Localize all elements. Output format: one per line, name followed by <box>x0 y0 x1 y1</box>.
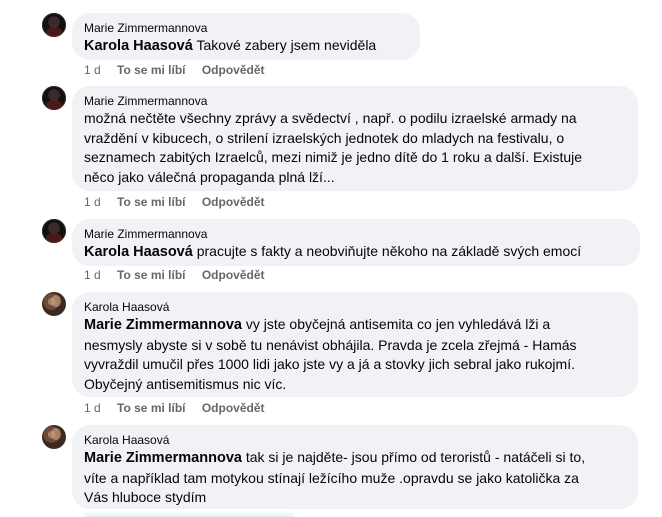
comment-bubble: Marie Zimmermannova možná nečtěte všechn… <box>72 86 638 191</box>
comment-text: Marie Zimmermannova vy jste obyčejná ant… <box>84 315 626 394</box>
comment-author[interactable]: Marie Zimmermannova <box>84 93 626 109</box>
comment-bubble: Karola Haasová Marie Zimmermannova tak s… <box>72 425 638 509</box>
comment-body: tak si je najděte- jsou přímo od teroris… <box>245 449 586 465</box>
cut-off-actions <box>84 511 294 517</box>
mention-link[interactable]: Karola Haasová <box>84 244 193 260</box>
comment-text: možná nečtěte všechny zprávy a svědectví… <box>84 109 626 187</box>
comment-text: Karola Haasová pracujte s fakty a neobvi… <box>84 242 628 263</box>
comment-actions: 1 d To se mi líbí Odpovědět <box>84 401 278 415</box>
marie-avatar[interactable] <box>42 13 66 37</box>
comment-item: Karola Haasová Marie Zimmermannova tak s… <box>42 425 662 517</box>
karola-avatar[interactable] <box>42 292 66 316</box>
comment-line: vyvraždil umučil přes 1000 lidi jako jst… <box>84 356 575 372</box>
comment-author[interactable]: Marie Zimmermannova <box>84 20 408 36</box>
comment-line: nesmysly abyste si v sobě tu nenávist ob… <box>84 336 577 353</box>
like-button[interactable]: To se mi líbí <box>117 195 185 209</box>
comment-body: pracujte s fakty a neobviňujte někoho na… <box>196 243 582 259</box>
comment-line: víte a například tam motykou stínají lež… <box>84 469 579 486</box>
comment-actions: 1 d To se mi líbí Odpovědět <box>84 268 278 282</box>
comment-text: Marie Zimmermannova tak si je najděte- j… <box>84 448 626 508</box>
like-button[interactable]: To se mi líbí <box>117 268 185 282</box>
reply-button[interactable]: Odpovědět <box>202 63 265 77</box>
comment-bubble: Marie Zimmermannova Karola Haasová Takov… <box>72 13 420 60</box>
comment-bubble: Marie Zimmermannova Karola Haasová pracu… <box>72 219 640 266</box>
reply-button[interactable]: Odpovědět <box>202 401 265 415</box>
comment-thread: Marie Zimmermannova Karola Haasová Takov… <box>0 0 662 517</box>
mention-link[interactable]: Marie Zimmermannova <box>84 450 242 466</box>
comment-body: vy jste obyčejná antisemita co jen vyhle… <box>245 316 551 332</box>
comment-line: vraždění v kibucech, o strilení izraelsk… <box>84 129 565 146</box>
comment-actions: 1 d To se mi líbí Odpovědět <box>84 195 278 209</box>
comment-author[interactable]: Karola Haasová <box>84 432 626 448</box>
comment-body: Takové zabery jsem neviděla <box>196 37 377 53</box>
mention-link[interactable]: Karola Haasová <box>84 38 193 54</box>
mention-link[interactable]: Marie Zimmermannova <box>84 317 242 333</box>
comment-line: Obyčejný antisemitismus nic víc. <box>84 375 287 392</box>
comment-line: Marie Zimmermannova tak si je najděte- j… <box>84 448 626 469</box>
comment-author[interactable]: Marie Zimmermannova <box>84 226 628 242</box>
comment-line: Marie Zimmermannova vy jste obyčejná ant… <box>84 315 626 336</box>
like-button[interactable]: To se mi líbí <box>117 63 185 77</box>
comment-item: Marie Zimmermannova Karola Haasová pracu… <box>42 219 662 287</box>
reply-button[interactable]: Odpovědět <box>202 195 265 209</box>
comment-text: Karola Haasová Takové zabery jsem nevidě… <box>84 36 408 57</box>
comment-line: Vás hluboce stydím <box>84 489 207 505</box>
comment-item: Karola Haasová Marie Zimmermannova vy js… <box>42 292 662 417</box>
comment-time[interactable]: 1 d <box>84 63 101 77</box>
comment-item: Marie Zimmermannova Karola Haasová Takov… <box>42 13 662 83</box>
karola-avatar[interactable] <box>42 425 66 449</box>
marie-avatar[interactable] <box>42 219 66 243</box>
comment-item: Marie Zimmermannova možná nečtěte všechn… <box>42 86 662 211</box>
comment-bubble: Karola Haasová Marie Zimmermannova vy js… <box>72 292 638 397</box>
reply-button[interactable]: Odpovědět <box>202 268 265 282</box>
comment-time[interactable]: 1 d <box>84 268 101 282</box>
comment-line: možná nečtěte všechny zprávy a svědectví… <box>84 110 577 126</box>
comment-line: seznamech zabitých Izraelců, mezi nimiž … <box>84 149 583 165</box>
comment-time[interactable]: 1 d <box>84 195 101 209</box>
comment-time[interactable]: 1 d <box>84 401 101 415</box>
comment-author[interactable]: Karola Haasová <box>84 299 626 315</box>
comment-actions: 1 d To se mi líbí Odpovědět <box>84 63 278 77</box>
like-button[interactable]: To se mi líbí <box>117 401 185 415</box>
comment-line: něco jako válečná propaganda plná lží... <box>84 168 335 185</box>
marie-avatar[interactable] <box>42 86 66 110</box>
